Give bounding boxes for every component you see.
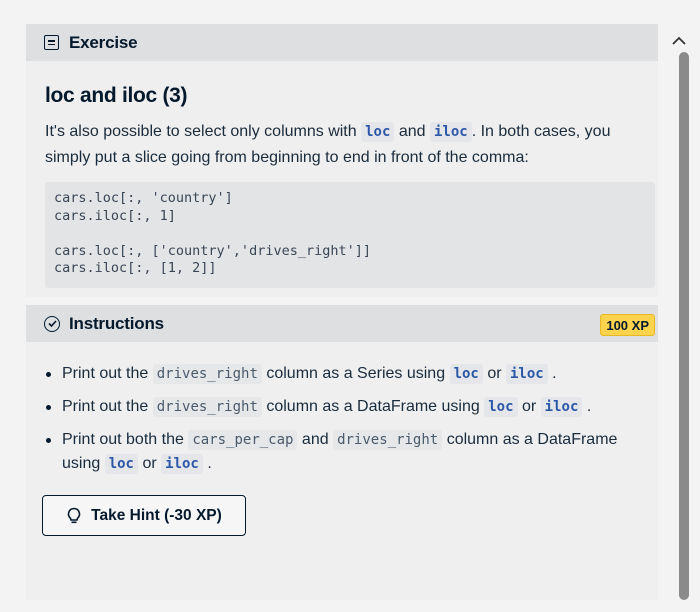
bullet: [46, 405, 51, 410]
instruction-item: Print out the drives_right column as a D…: [46, 395, 656, 419]
instruction-text: column as a Series using: [266, 365, 446, 382]
scrollbar[interactable]: [679, 52, 689, 600]
instructions-list: Print out the drives_right column as a S…: [46, 362, 656, 485]
bullet: [46, 438, 51, 443]
instruction-item: Print out the drives_right column as a S…: [46, 362, 656, 386]
inline-code: loc: [104, 454, 138, 474]
instructions-header: Instructions 100 XP: [26, 305, 658, 342]
lightbulb-icon: [66, 507, 82, 524]
inline-code: iloc: [161, 454, 203, 474]
take-hint-label: Take Hint (-30 XP): [91, 506, 222, 524]
inline-code: drives_right: [152, 397, 262, 417]
inline-code: iloc: [540, 397, 583, 417]
instruction-item: Print out both the cars_per_cap and driv…: [46, 428, 656, 476]
instruction-text: Print out the: [62, 365, 149, 382]
xp-badge: 100 XP: [600, 314, 655, 336]
code-example-block: cars.loc[:, 'country'] cars.iloc[:, 1] c…: [45, 182, 655, 288]
exercise-panel: Exercise loc and iloc (3) It's also poss…: [0, 0, 700, 612]
inline-code-loc: loc: [361, 122, 395, 142]
instruction-text: Print out both the: [62, 431, 184, 448]
bullet: [46, 372, 51, 377]
instruction-text: column as a DataFrame using: [266, 398, 480, 415]
check-circle-icon: [44, 315, 60, 332]
inline-code: loc: [449, 364, 483, 384]
instruction-text: or: [487, 365, 502, 382]
instructions-body: Print out the drives_right column as a S…: [26, 342, 658, 600]
take-hint-button[interactable]: Take Hint (-30 XP): [42, 495, 246, 536]
inline-code: cars_per_cap: [188, 430, 298, 450]
exercise-description: It's also possible to select only column…: [45, 119, 655, 170]
instruction-text: Print out the: [62, 398, 149, 415]
exercise-header: Exercise: [26, 24, 658, 61]
inline-code: drives_right: [333, 430, 443, 450]
instruction-text: .: [552, 365, 557, 382]
instruction-text: and: [301, 431, 329, 448]
inline-code: loc: [484, 397, 518, 417]
instruction-text: .: [586, 398, 592, 415]
exercise-title: loc and iloc (3): [45, 84, 188, 107]
description-text: It's also possible to select only column…: [45, 123, 357, 140]
description-text: and: [398, 123, 426, 140]
inline-code: iloc: [506, 364, 548, 384]
chevron-up-icon: [672, 36, 686, 45]
instruction-text: or: [142, 455, 157, 472]
collapse-button[interactable]: [668, 30, 690, 52]
instruction-text: or: [521, 398, 537, 415]
exercise-body: loc and iloc (3) It's also possible to s…: [26, 61, 658, 297]
document-icon: [44, 35, 59, 50]
inline-code-iloc: iloc: [430, 122, 472, 142]
instructions-header-label: Instructions: [69, 313, 164, 333]
inline-code: drives_right: [152, 364, 262, 384]
instruction-text: .: [207, 455, 212, 472]
exercise-header-label: Exercise: [69, 32, 138, 52]
